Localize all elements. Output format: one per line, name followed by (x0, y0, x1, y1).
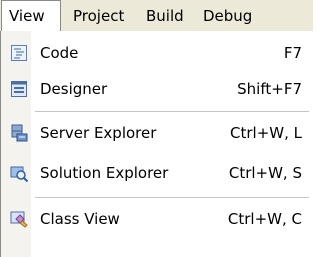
menu-item-class-view[interactable]: Class View Ctrl+W, C (1, 201, 313, 237)
view-dropdown-menu: Code F7 Designer Shift+F7 Server Explore (0, 31, 313, 257)
menu-item-code-shortcut: F7 (283, 44, 302, 62)
menu-item-designer-label: Designer (40, 80, 108, 98)
menu-view-label: View (9, 7, 45, 25)
server-explorer-icon (9, 123, 29, 143)
menu-item-designer-shortcut: Shift+F7 (237, 80, 302, 98)
menu-item-solution-explorer-label: Solution Explorer (40, 164, 169, 182)
menu-debug[interactable]: Debug (196, 0, 252, 32)
menu-item-server-explorer-label: Server Explorer (40, 124, 157, 142)
menu-item-class-view-shortcut: Ctrl+W, C (227, 210, 302, 228)
menu-separator (35, 197, 309, 198)
menu-item-code[interactable]: Code F7 (1, 35, 313, 71)
menu-project[interactable]: Project (66, 0, 124, 32)
solution-explorer-icon (9, 163, 29, 183)
menu-build-label: Build (146, 7, 184, 25)
menu-build[interactable]: Build (139, 0, 184, 32)
menu-item-server-explorer[interactable]: Server Explorer Ctrl+W, L (1, 115, 313, 151)
menu-separator (35, 111, 309, 112)
menu-item-code-label: Code (40, 44, 79, 62)
menu-item-designer[interactable]: Designer Shift+F7 (1, 71, 313, 107)
menu-item-solution-explorer[interactable]: Solution Explorer Ctrl+W, S (1, 155, 313, 191)
menu-project-label: Project (73, 7, 125, 25)
menu-view[interactable]: View (1, 0, 61, 32)
menu-item-class-view-label: Class View (40, 210, 120, 228)
menu-bar: View Project Build Debug (0, 0, 313, 32)
designer-icon (9, 79, 29, 99)
menu-debug-label: Debug (203, 7, 253, 25)
menu-item-server-explorer-shortcut: Ctrl+W, L (230, 124, 302, 142)
code-icon (9, 43, 29, 63)
menu-item-solution-explorer-shortcut: Ctrl+W, S (228, 164, 302, 182)
class-view-icon (9, 209, 29, 229)
